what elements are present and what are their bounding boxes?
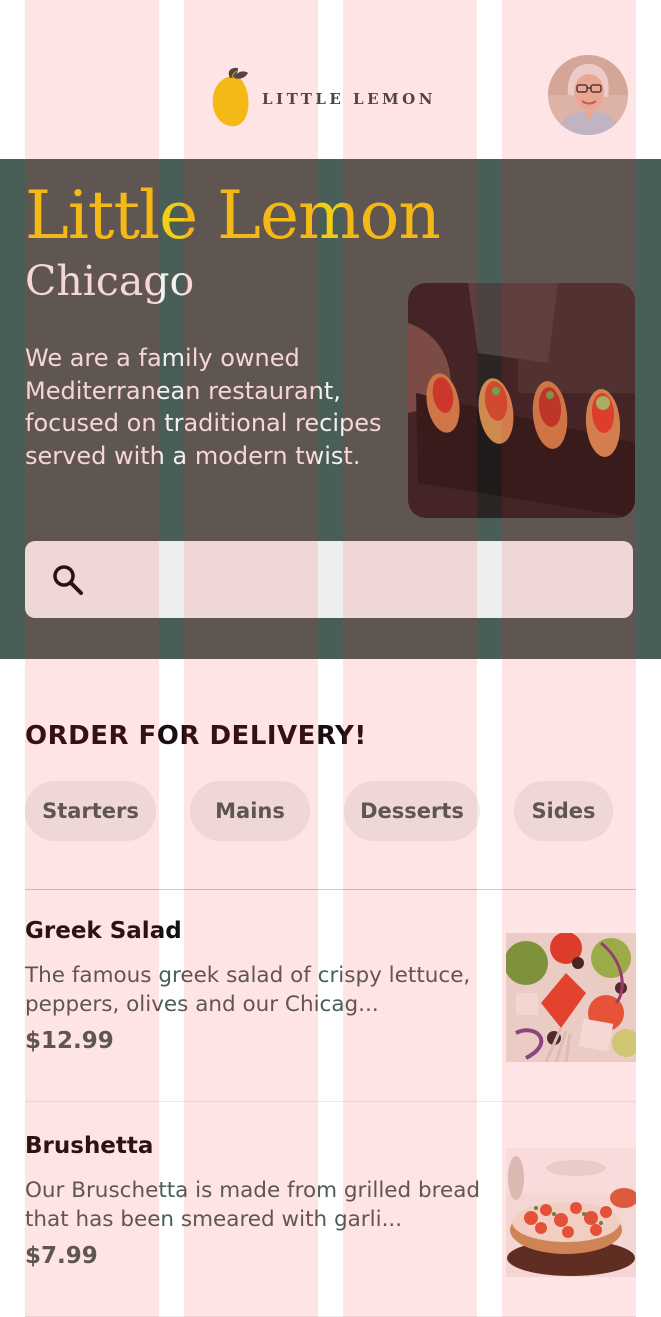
appetizer-photo bbox=[408, 283, 635, 518]
item-image bbox=[506, 933, 636, 1062]
hero-image bbox=[408, 283, 635, 518]
logo-wordmark: LITTLE LEMON bbox=[262, 90, 436, 108]
item-name: Brushetta bbox=[25, 1133, 154, 1159]
section-divider bbox=[25, 889, 636, 890]
greek-salad-photo bbox=[506, 933, 636, 1062]
item-description: Our Bruschetta is made from grilled brea… bbox=[25, 1178, 481, 1232]
item-price: $7.99 bbox=[25, 1243, 98, 1269]
item-image bbox=[506, 1148, 636, 1277]
top-app-bar: LITTLE LEMON bbox=[0, 0, 661, 159]
search-input[interactable] bbox=[25, 541, 633, 618]
bruschetta-photo bbox=[506, 1148, 636, 1277]
profile-avatar[interactable] bbox=[548, 55, 628, 135]
item-description: The famous greek salad of crispy lettuce… bbox=[25, 963, 471, 1017]
hero-city: Chicago bbox=[25, 257, 195, 305]
chip-sides[interactable]: Sides bbox=[514, 781, 613, 841]
item-price: $12.99 bbox=[25, 1028, 114, 1054]
lemon-icon bbox=[212, 67, 249, 127]
item-divider bbox=[25, 1101, 636, 1102]
user-avatar-icon bbox=[548, 55, 628, 135]
menu-item-greek-salad[interactable]: Greek Salad The famous greek salad of cr… bbox=[25, 918, 636, 1108]
chip-starters[interactable]: Starters bbox=[25, 781, 156, 841]
item-name: Greek Salad bbox=[25, 918, 182, 944]
search-icon bbox=[53, 565, 83, 595]
menu-item-brushetta[interactable]: Brushetta Our Bruschetta is made from gr… bbox=[25, 1133, 636, 1317]
order-section-title: ORDER FOR DELIVERY! bbox=[25, 721, 367, 751]
category-chips: Starters Mains Desserts Sides bbox=[0, 781, 661, 842]
chip-desserts[interactable]: Desserts bbox=[344, 781, 480, 841]
logo: LITTLE LEMON bbox=[210, 66, 450, 130]
chip-mains[interactable]: Mains bbox=[190, 781, 310, 841]
hero-description: We are a family owned Mediterranean rest… bbox=[25, 344, 382, 470]
hero-title: Little Lemon bbox=[25, 177, 441, 254]
hero-section: Little Lemon Chicago We are a family own… bbox=[0, 159, 661, 659]
